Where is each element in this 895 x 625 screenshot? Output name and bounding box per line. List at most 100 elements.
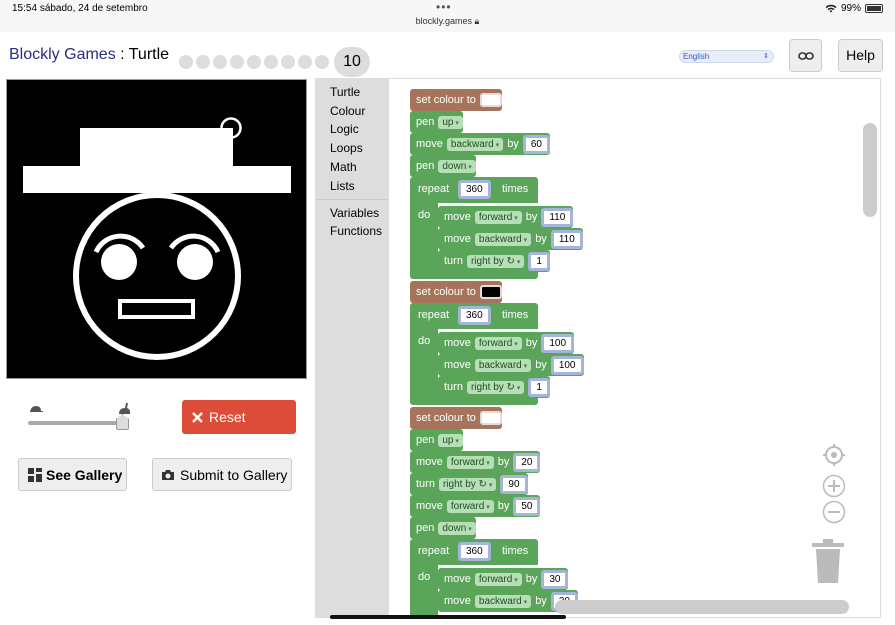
current-level[interactable]: 10: [334, 47, 370, 77]
pen-block[interactable]: pen down: [410, 155, 476, 177]
header: Blockly Games : Turtle 10 English ⇕ Help: [0, 32, 895, 78]
pen-dropdown[interactable]: down: [438, 521, 476, 535]
colour-swatch-white[interactable]: [479, 93, 502, 107]
toolbox-category-turtle[interactable]: Turtle: [330, 85, 360, 99]
level-dot[interactable]: [315, 55, 329, 69]
level-dot[interactable]: [281, 55, 295, 69]
move-block[interactable]: moveforwardby100: [438, 332, 575, 354]
value-input[interactable]: 90: [500, 474, 528, 494]
toolbox-category-logic[interactable]: Logic: [330, 122, 359, 136]
slow-turtle-icon: [30, 406, 43, 412]
move-block[interactable]: moveforwardby110: [438, 206, 574, 228]
value-input[interactable]: 20: [513, 452, 541, 472]
move-block[interactable]: movebackwardby100: [438, 354, 584, 376]
move-block[interactable]: moveforwardby50: [410, 495, 541, 517]
direction-dropdown[interactable]: backward: [474, 594, 532, 608]
repeat-count-input[interactable]: 360: [458, 306, 491, 325]
pen-dropdown[interactable]: down: [438, 159, 476, 173]
value-input[interactable]: 1: [528, 251, 550, 271]
trash-icon[interactable]: [811, 539, 845, 585]
status-right: 99%: [825, 3, 883, 14]
turn-dropdown[interactable]: right by ↻: [466, 254, 525, 268]
language-select[interactable]: English ⇕: [679, 50, 774, 63]
speed-slider[interactable]: [26, 402, 134, 432]
value-input[interactable]: 60: [522, 134, 550, 154]
more-dots-icon[interactable]: •••: [436, 0, 452, 14]
toolbox-category-functions[interactable]: Functions: [330, 224, 382, 238]
value-input[interactable]: 110: [550, 229, 583, 249]
pen-dropdown[interactable]: up: [438, 115, 463, 129]
slider-knob[interactable]: [116, 414, 129, 430]
toolbox-category-math[interactable]: Math: [330, 160, 357, 174]
level-dot[interactable]: [213, 55, 227, 69]
slider-track[interactable]: [28, 421, 124, 425]
value-input[interactable]: 50: [513, 496, 541, 516]
face-circle: [73, 192, 241, 360]
value-input[interactable]: 100: [550, 355, 584, 375]
help-button[interactable]: Help: [838, 39, 883, 72]
turn-block[interactable]: turnright by ↻90: [410, 473, 528, 495]
repeat-count-input[interactable]: 360: [458, 180, 491, 199]
level-dot[interactable]: [196, 55, 210, 69]
set-colour-block[interactable]: set colour to: [410, 407, 502, 429]
repeat-count-input[interactable]: 360: [458, 542, 491, 561]
recenter-icon[interactable]: [822, 443, 846, 467]
address-bar[interactable]: blockly.games 🔒︎: [0, 16, 895, 27]
vertical-scrollbar[interactable]: [863, 123, 877, 217]
set-colour-block[interactable]: set colour to: [410, 281, 502, 303]
left-eye: [101, 244, 137, 280]
turn-block[interactable]: turnright by ↻1: [438, 376, 550, 398]
move-block[interactable]: moveforwardby30: [438, 568, 569, 590]
value-input[interactable]: 100: [541, 333, 575, 353]
toolbox-category-loops[interactable]: Loops: [330, 141, 363, 155]
zoom-in-icon[interactable]: [822, 474, 846, 498]
submit-to-gallery-button[interactable]: Submit to Gallery: [152, 458, 292, 491]
see-gallery-button[interactable]: See Gallery: [18, 458, 127, 491]
level-dot[interactable]: [179, 55, 193, 69]
move-block[interactable]: movebackwardby110: [438, 228, 583, 250]
turn-dropdown[interactable]: right by ↻: [466, 380, 525, 394]
level-dot[interactable]: [247, 55, 261, 69]
turn-dropdown[interactable]: right by ↻: [438, 477, 497, 491]
value-input[interactable]: 110: [541, 207, 574, 227]
direction-dropdown[interactable]: forward: [474, 336, 522, 350]
pen-block[interactable]: pen up: [410, 111, 463, 133]
level-dot[interactable]: [230, 55, 244, 69]
status-time: 15:54 sábado, 24 de setembro: [12, 3, 148, 14]
move-block[interactable]: moveforwardby20: [410, 451, 541, 473]
right-eye: [177, 244, 213, 280]
toolbox: Turtle Colour Logic Loops Math Lists Var…: [316, 79, 389, 617]
move-block[interactable]: movebackwardby60: [410, 133, 550, 155]
direction-dropdown[interactable]: backward: [446, 137, 504, 151]
pen-dropdown[interactable]: up: [438, 433, 463, 447]
zoom-out-icon[interactable]: [822, 500, 846, 524]
colour-swatch-white[interactable]: [479, 411, 502, 425]
direction-dropdown[interactable]: forward: [446, 499, 494, 513]
reset-button[interactable]: Reset: [182, 400, 296, 434]
direction-dropdown[interactable]: forward: [474, 572, 522, 586]
set-colour-block[interactable]: set colour to: [410, 89, 502, 111]
value-input[interactable]: 1: [528, 377, 550, 397]
link-icon: [797, 51, 814, 60]
direction-dropdown[interactable]: backward: [474, 358, 532, 372]
pen-block[interactable]: pen down: [410, 517, 476, 539]
toolbox-category-variables[interactable]: Variables: [330, 206, 379, 220]
direction-dropdown[interactable]: forward: [474, 210, 522, 224]
blockly-games-link[interactable]: Blockly Games: [9, 46, 116, 63]
battery-level: 99%: [840, 3, 861, 14]
toolbox-category-colour[interactable]: Colour: [330, 104, 365, 118]
link-button[interactable]: [789, 39, 822, 72]
direction-dropdown[interactable]: backward: [474, 232, 532, 246]
turn-block[interactable]: turnright by ↻1: [438, 250, 550, 272]
fast-rabbit-icon: [119, 403, 130, 414]
blockly-workspace[interactable]: Turtle Colour Logic Loops Math Lists Var…: [315, 78, 881, 618]
toolbox-category-lists[interactable]: Lists: [330, 179, 355, 193]
level-dot[interactable]: [298, 55, 312, 69]
horizontal-scrollbar[interactable]: [555, 600, 849, 614]
page-title: Blockly Games : Turtle: [9, 46, 170, 63]
colour-swatch-black[interactable]: [479, 285, 502, 299]
direction-dropdown[interactable]: forward: [446, 455, 494, 469]
level-dot[interactable]: [264, 55, 278, 69]
value-input[interactable]: 30: [541, 569, 569, 589]
pen-block[interactable]: pen up: [410, 429, 463, 451]
